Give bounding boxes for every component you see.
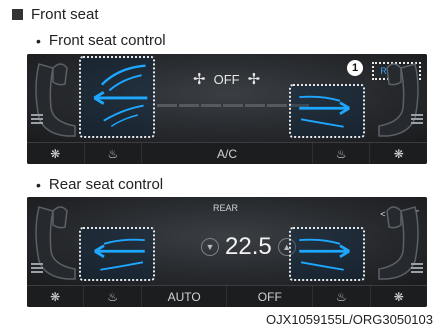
callout-marker: 1	[347, 60, 363, 76]
heated-seat-button[interactable]: ♨	[313, 143, 371, 164]
auto-button[interactable]: AUTO	[142, 286, 228, 307]
front-bottom-bar: ❋ ♨ A/C ♨ ❋	[27, 142, 427, 164]
heated-seat-button[interactable]: ♨	[85, 143, 143, 164]
airflow-right-arrows	[299, 238, 350, 271]
section-title-text: Front seat	[31, 6, 99, 23]
rear-climate-stage: REAR < FRONT ▼ 22.5 ▲	[27, 197, 427, 285]
section-title: Front seat	[12, 6, 99, 23]
rear-seat-control-text: Rear seat control	[48, 176, 164, 193]
ventilated-seat-button[interactable]: ❋	[370, 143, 427, 164]
ventilated-seat-icon: ❋	[50, 289, 61, 304]
ventilated-seat-button[interactable]: ❋	[371, 286, 427, 307]
off-label: OFF	[257, 289, 282, 304]
bullet-icon: •	[36, 176, 41, 193]
right-vent-airflow[interactable]	[289, 227, 365, 281]
left-vent-airflow[interactable]	[79, 56, 155, 138]
ac-label: A/C	[217, 146, 238, 161]
front-climate-stage: ✢ OFF ✢ 1 REAR >	[27, 54, 427, 142]
airflow-right-arrows	[299, 95, 350, 128]
airflow-left-arrows	[94, 238, 145, 271]
right-seat-graphic	[378, 63, 419, 137]
front-seat-control-text: Front seat control	[48, 32, 166, 49]
ventilated-seat-icon: ❋	[50, 146, 61, 161]
heated-seat-icon: ♨	[335, 146, 347, 161]
airflow-left-arrows	[93, 64, 148, 127]
front-climate-panel: ✢ OFF ✢ 1 REAR > ❋ ♨ A/C ♨	[27, 54, 427, 164]
heated-seat-button[interactable]: ♨	[84, 286, 142, 307]
fan-level-bar	[157, 104, 311, 107]
menu-icon[interactable]	[411, 263, 423, 275]
rear-seat-control-heading: • Rear seat control	[36, 176, 163, 193]
fan-icon: ✢	[193, 71, 206, 88]
auto-label: AUTO	[167, 289, 201, 304]
square-bullet-icon	[12, 9, 23, 20]
menu-icon[interactable]	[31, 263, 43, 275]
heated-seat-icon: ♨	[107, 146, 119, 161]
rear-header: REAR	[213, 203, 239, 213]
menu-icon[interactable]	[411, 114, 423, 126]
fan-icon: ✢	[247, 71, 261, 88]
ventilated-seat-button[interactable]: ❋	[27, 286, 85, 307]
ac-button[interactable]: A/C	[142, 143, 313, 164]
menu-icon[interactable]	[31, 114, 43, 126]
rear-climate-panel: REAR < FRONT ▼ 22.5 ▲	[27, 197, 427, 307]
heated-seat-button[interactable]: ♨	[313, 286, 371, 307]
heated-seat-icon: ♨	[107, 289, 119, 304]
ventilated-seat-button[interactable]: ❋	[27, 143, 85, 164]
left-vent-airflow[interactable]	[79, 227, 155, 281]
fan-status-text: OFF	[213, 71, 240, 87]
bullet-icon: •	[36, 32, 41, 49]
ventilated-seat-icon: ❋	[393, 146, 404, 161]
figure-caption: OJX1059155L/ORG3050103	[266, 312, 433, 327]
off-button[interactable]: OFF	[227, 286, 314, 307]
temperature-control: ▼ 22.5 ▲	[195, 233, 302, 261]
temperature-value: 22.5	[225, 233, 272, 260]
left-seat-graphic	[35, 63, 76, 137]
ventilated-seat-icon: ❋	[393, 289, 404, 304]
rear-bottom-bar: ❋ ♨ AUTO OFF ♨ ❋	[27, 285, 427, 307]
fan-speed-control[interactable]: ✢ OFF ✢	[185, 70, 268, 88]
right-vent-airflow[interactable]	[289, 84, 365, 138]
front-seat-control-heading: • Front seat control	[36, 32, 166, 49]
heated-seat-icon: ♨	[335, 289, 347, 304]
chevron-down-icon[interactable]: ▼	[201, 238, 219, 256]
